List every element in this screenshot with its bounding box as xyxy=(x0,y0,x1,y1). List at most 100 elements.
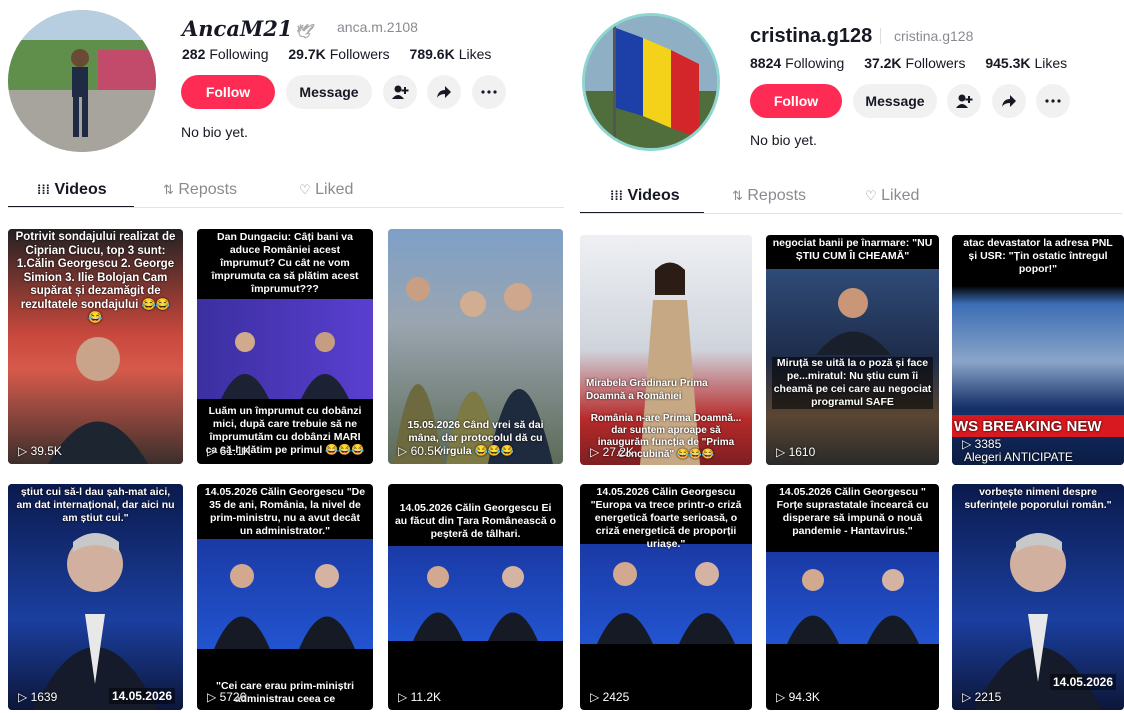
right-stats: 8824 Following 37.2K Followers 945.3K Likes xyxy=(750,55,1067,71)
likes-count: 945.3K xyxy=(985,55,1031,71)
view-count: ▷ 1639 xyxy=(18,690,58,704)
right-avatar[interactable] xyxy=(582,13,720,151)
panelist-figures xyxy=(597,562,735,644)
following-label[interactable]: Following xyxy=(785,55,844,71)
right-profile-panel: cristina.g128 cristina.g128 8824 Followin… xyxy=(572,0,1124,713)
heart-icon: ♡ xyxy=(299,182,311,197)
video-thumbnail[interactable]: 14.05.2026 Călin Georgescu "Europa va tr… xyxy=(580,484,752,710)
followers-count: 29.7K xyxy=(288,46,326,62)
video-thumbnail[interactable]: Dan Dungaciu: Câți bani va aduce Românie… xyxy=(197,229,373,464)
tab-reposts[interactable]: ⇅ Reposts xyxy=(732,187,806,205)
view-count: ▷ 2215 xyxy=(962,690,1002,704)
share-icon[interactable] xyxy=(427,75,461,109)
view-count: ▷ 1610 xyxy=(776,445,816,459)
video-caption: 14.05.2026 Călin Georgescu Ei au făcut d… xyxy=(394,502,557,540)
breaking-news-subtext: Alegeri ANTICIPATE xyxy=(964,450,1073,464)
likes-count: 789.6K xyxy=(409,46,455,62)
more-icon[interactable] xyxy=(472,75,506,109)
breaking-news-text: WS BREAKING NEW xyxy=(954,418,1102,435)
panelist-figures xyxy=(413,566,538,641)
grid-icon: ⁞⁞⁞ xyxy=(37,182,50,197)
video-thumbnail[interactable]: Mirabela Grădinaru Prima Doamnă a Români… xyxy=(580,235,752,465)
view-count: ▷ 2425 xyxy=(590,690,630,704)
tab-videos[interactable]: ⁞⁞⁞ Videos xyxy=(37,181,107,199)
video-caption: vorbește nimeni despre suferințele popor… xyxy=(964,486,1112,511)
video-caption: Mirabela Grădinaru Prima Doamnă a Români… xyxy=(586,378,708,402)
view-count: ▷ 94.3K xyxy=(776,690,820,704)
left-tab-bar: ⁞⁞⁞ Videos ⇅ Reposts ♡ Liked xyxy=(8,181,558,215)
video-date: 14.05.2026 xyxy=(108,688,175,704)
video-thumbnail[interactable]: știut cui să-l dau șah-mat aici, am dat … xyxy=(8,484,183,710)
panelist-figures xyxy=(787,569,919,644)
repost-icon: ⇅ xyxy=(732,188,743,203)
panelist-figures xyxy=(214,564,355,649)
right-username: cristina.g128 xyxy=(750,25,873,47)
right-bio: No bio yet. xyxy=(750,132,817,148)
tab-liked[interactable]: ♡ Liked xyxy=(299,181,353,199)
follow-button[interactable]: Follow xyxy=(750,84,842,118)
message-button[interactable]: Message xyxy=(853,84,937,118)
video-date: 14.05.2026 xyxy=(1049,674,1116,690)
right-tab-bar: ⁞⁞⁞ Videos ⇅ Reposts ♡ Liked xyxy=(580,187,1120,221)
view-count: ▷ 61.1K xyxy=(207,444,251,458)
view-count: ▷ 60.5K xyxy=(398,444,442,458)
video-thumbnail[interactable]: negociat banii pe înarmare: "NU ȘTIU CUM… xyxy=(766,235,939,465)
left-profile-panel: AncaM21 🕊 anca.m.2108 282 Following 29.7K F… xyxy=(0,0,568,713)
message-button[interactable]: Message xyxy=(286,75,372,109)
following-count: 282 xyxy=(182,46,206,62)
view-count: ▷ 39.5K xyxy=(18,444,62,458)
add-friend-icon[interactable] xyxy=(947,84,981,118)
left-handle: anca.m.2108 xyxy=(337,19,418,35)
tab-divider xyxy=(8,207,564,208)
video-thumbnail[interactable]: atac devastator la adresa PNL și USR: "Ț… xyxy=(952,235,1124,465)
video-caption: 14.05.2026 Călin Georgescu " Forțe supra… xyxy=(776,486,929,537)
video-thumbnail[interactable]: 15.05.2026 Când vrei să dai mâna, dar pr… xyxy=(388,229,563,464)
view-count: ▷ 3385 xyxy=(962,437,1002,451)
following-label[interactable]: Following xyxy=(209,46,268,62)
share-icon[interactable] xyxy=(992,84,1026,118)
add-friend-icon[interactable] xyxy=(383,75,417,109)
left-stats: 282 Following 29.7K Followers 789.6K Likes xyxy=(182,46,491,62)
follow-button[interactable]: Follow xyxy=(181,75,275,109)
followers-count: 37.2K xyxy=(864,55,902,71)
video-thumbnail[interactable]: 14.05.2026 Călin Georgescu " Forțe supra… xyxy=(766,484,939,710)
name-divider xyxy=(880,28,881,44)
speaker-figure xyxy=(33,533,158,710)
followers-label[interactable]: Followers xyxy=(330,46,390,62)
likes-label: Likes xyxy=(1034,55,1068,71)
view-count: ▷ 5726 xyxy=(207,690,247,704)
left-avatar[interactable] xyxy=(8,10,156,152)
politician-figure xyxy=(816,288,891,355)
dove-icon: 🕊 xyxy=(294,24,313,40)
heart-icon: ♡ xyxy=(865,188,877,203)
video-thumbnail[interactable]: 14.05.2026 Călin Georgescu Ei au făcut d… xyxy=(388,484,563,710)
followers-label[interactable]: Followers xyxy=(906,55,966,71)
left-username: AncaM21 🕊 xyxy=(182,16,313,41)
video-caption: Potrivit sondajului realizat de Ciprian … xyxy=(15,231,176,324)
following-count: 8824 xyxy=(750,55,782,71)
view-count: ▷ 27.2K xyxy=(590,445,634,459)
video-thumbnail[interactable]: Potrivit sondajului realizat de Ciprian … xyxy=(8,229,183,464)
right-handle: cristina.g128 xyxy=(894,28,974,44)
more-icon[interactable] xyxy=(1036,84,1070,118)
video-caption: 14.05.2026 Călin Georgescu "De 35 de ani… xyxy=(204,486,366,537)
tab-reposts[interactable]: ⇅ Reposts xyxy=(163,181,237,199)
tab-liked[interactable]: ♡ Liked xyxy=(865,187,919,205)
panelist-figures xyxy=(221,332,349,399)
tab-videos[interactable]: ⁞⁞⁞ Videos xyxy=(610,187,680,205)
grid-icon: ⁞⁞⁞ xyxy=(610,188,623,203)
video-caption: Dan Dungaciu: Câți bani va aduce Românie… xyxy=(211,231,359,295)
video-thumbnail[interactable]: 14.05.2026 Călin Georgescu "De 35 de ani… xyxy=(197,484,373,710)
video-caption: negociat banii pe înarmare: "NU ȘTIU CUM… xyxy=(772,237,933,262)
video-thumbnail[interactable]: vorbește nimeni despre suferințele popor… xyxy=(952,484,1124,710)
repost-icon: ⇅ xyxy=(163,182,174,197)
left-bio: No bio yet. xyxy=(181,124,248,140)
view-count: ▷ 11.2K xyxy=(398,690,442,704)
video-caption: 14.05.2026 Călin Georgescu "Europa va tr… xyxy=(590,486,742,550)
likes-label: Likes xyxy=(458,46,492,62)
speaker-figure xyxy=(48,337,148,464)
video-caption: atac devastator la adresa PNL și USR: "Ț… xyxy=(963,237,1113,275)
video-caption: știut cui să-l dau șah-mat aici, am dat … xyxy=(16,486,175,524)
video-caption-lower: Miruță se uită la o poză și face pe...mi… xyxy=(772,357,933,409)
tab-divider xyxy=(580,213,1122,214)
